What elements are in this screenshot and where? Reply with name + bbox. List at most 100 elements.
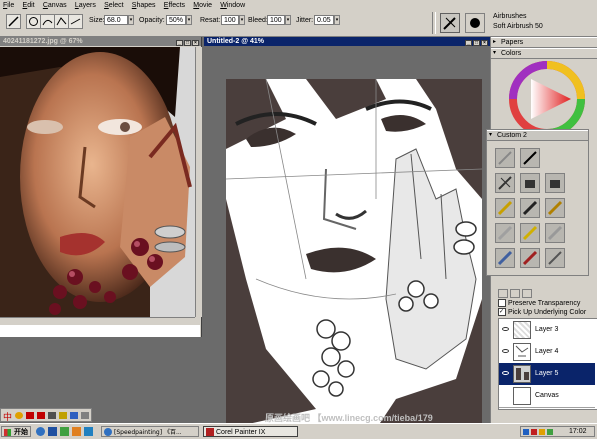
reference-window: 40241181272.jpg @ 67% _ □ × [0,37,202,337]
taskbar-item-browser[interactable]: [Speedpainting] 《百... [101,426,199,437]
close-icon[interactable]: × [192,40,199,46]
tray-security-icon[interactable] [531,429,537,435]
ime-toolbar: 中 [0,408,92,423]
brush-eraser-icon[interactable] [545,223,565,243]
papers-palette-header[interactable]: ▸ Papers [491,37,597,48]
brush-oil-icon[interactable] [495,248,515,268]
maximize-icon[interactable]: □ [184,40,191,46]
brush-variant-name[interactable]: Soft Airbrush 50 [493,22,593,32]
layer-row-canvas[interactable]: Canvas [499,385,595,408]
layer-group-icon[interactable] [510,289,520,298]
stroke-type-line-icon[interactable] [68,14,83,29]
stroke-type-straight-icon[interactable] [54,14,69,29]
reference-photo [0,47,195,317]
canvas-window-titlebar[interactable]: Untitled-2 @ 41% _ □ × [204,37,490,46]
close-icon[interactable]: × [481,40,488,46]
expand-arrow-icon: ▸ [493,39,497,45]
brush-pen-icon[interactable] [545,248,565,268]
layer-new-icon[interactable] [498,289,508,298]
ime-help-icon[interactable] [81,412,89,419]
brush-crayon-icon[interactable] [520,223,540,243]
layer-row-layer-5[interactable]: Layer 5 [499,363,595,386]
pickup-color-checkbox[interactable]: ✓ [498,308,506,316]
show-desktop-icon[interactable] [48,427,57,436]
colors-palette-header[interactable]: ▾ Colors [491,48,597,59]
stroke-type-freehand-icon[interactable] [40,14,55,29]
maximize-icon[interactable]: □ [473,40,480,46]
brush-stamp-icon[interactable] [520,173,540,193]
ie-quicklaunch-icon[interactable] [36,427,45,436]
opacity-field[interactable]: 50% [166,15,186,25]
jitter-label: Jitter: [296,17,314,24]
layers-palette: Preserve Transparency ✓ Pick Up Underlyi… [496,287,597,423]
opacity-label: Opacity: [139,17,165,24]
brush-blender-icon[interactable] [495,173,515,193]
collapse-arrow-icon: ▾ [493,50,497,56]
size-spinner[interactable]: ▾ [128,15,134,25]
brush-watercolor-icon[interactable] [520,248,540,268]
opacity-spinner[interactable]: ▾ [186,15,192,25]
reference-window-title: 40241181272.jpg @ 67% [3,38,83,45]
quicklaunch-app2-icon[interactable] [72,427,81,436]
brush-chalk-icon[interactable] [545,198,565,218]
jitter-spinner[interactable]: ▾ [334,15,340,25]
size-field[interactable]: 68.0 [104,15,128,25]
bleed-spinner[interactable]: ▾ [285,15,291,25]
resat-spinner[interactable]: ▾ [239,15,245,25]
reset-tool-icon[interactable] [26,14,41,29]
ime-keyboard-icon[interactable] [48,412,56,419]
bleed-label: Bleed: [248,17,268,24]
layer-row-layer-3[interactable]: Layer 3 [499,319,595,342]
ime-tools-icon[interactable] [59,412,67,419]
reference-vscrollbar[interactable] [195,47,202,317]
tray-network-icon[interactable] [523,429,529,435]
brush-category-icon[interactable] [440,13,460,33]
layer-thumbnail [513,387,531,405]
brush-charcoal-icon[interactable] [520,198,540,218]
quicklaunch-app-icon[interactable] [60,427,69,436]
resat-field[interactable]: 100 [221,15,239,25]
brush-pastel-icon[interactable] [495,223,515,243]
ime-moon-icon[interactable] [15,412,23,419]
minimize-icon[interactable]: _ [465,40,472,46]
color-wheel[interactable] [501,59,593,137]
taskbar: 开始 [Speedpainting] 《百... Corel Painter I… [0,423,597,439]
bleed-field[interactable]: 100 [267,15,285,25]
reference-bottom-strip [0,325,200,337]
layer-name: Layer 3 [535,326,559,333]
reference-window-titlebar[interactable]: 40241181272.jpg @ 67% _ □ × [0,37,201,46]
brush-category-name[interactable]: Airbrushes [493,12,593,22]
brush-tool-icon[interactable] [6,14,21,29]
clock[interactable]: 17:02 [569,427,587,436]
brush-airbrush-icon[interactable] [520,148,540,168]
jitter-field[interactable]: 0.05 [314,15,334,25]
visibility-eye-icon[interactable] [502,371,509,375]
ime-mode-label[interactable]: 中 [3,410,12,423]
ime-chinese-icon[interactable] [37,412,45,419]
windows-logo-icon [4,429,11,436]
brush-pencil-icon[interactable] [495,148,515,168]
ime-settings-icon[interactable] [70,412,78,419]
brush-yellow-pencil-icon[interactable] [495,198,515,218]
taskbar-item-painter[interactable]: Corel Painter IX [203,426,298,437]
ime-punct-icon[interactable] [26,412,34,419]
preserve-transparency-option[interactable]: Preserve Transparency [498,299,580,307]
visibility-eye-icon[interactable] [502,349,509,353]
visibility-eye-icon[interactable] [502,327,509,331]
brush-dab-icon[interactable] [465,13,485,33]
layers-toolbar [498,289,596,298]
layer-delete-icon[interactable] [522,289,532,298]
minimize-icon[interactable]: _ [176,40,183,46]
start-button[interactable]: 开始 [1,426,31,437]
pickup-color-option[interactable]: ✓ Pick Up Underlying Color [498,308,586,316]
brush-cloner-icon[interactable] [545,173,565,193]
pickup-color-label: Pick Up Underlying Color [507,308,587,316]
painting-canvas[interactable] [226,79,482,429]
custom-palette-header[interactable]: ▾ Custom 2 [487,130,588,141]
preserve-transparency-checkbox[interactable] [498,299,506,307]
quicklaunch-app3-icon[interactable] [84,427,93,436]
tray-app-icon[interactable] [547,429,553,435]
layer-row-layer-4[interactable]: Layer 4 [499,341,595,364]
tray-volume-icon[interactable] [539,429,545,435]
custom-palette: ▾ Custom 2 [486,129,589,276]
